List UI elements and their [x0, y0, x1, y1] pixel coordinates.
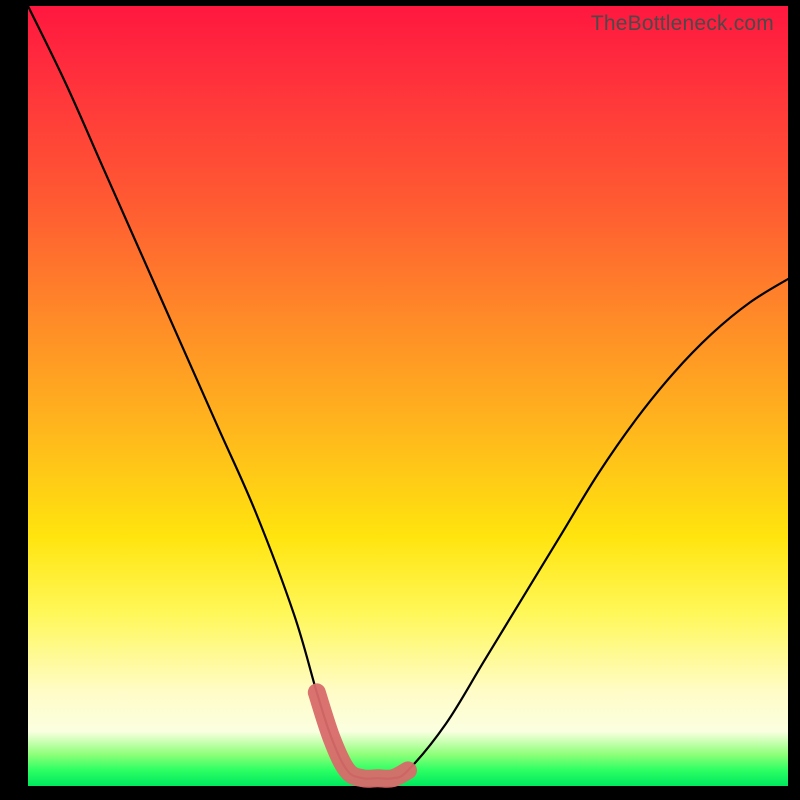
chart-frame: TheBottleneck.com	[0, 0, 800, 800]
bottleneck-curve	[28, 6, 788, 779]
curve-svg	[28, 6, 788, 786]
plot-area: TheBottleneck.com	[28, 6, 788, 786]
optimum-highlight	[317, 692, 408, 778]
